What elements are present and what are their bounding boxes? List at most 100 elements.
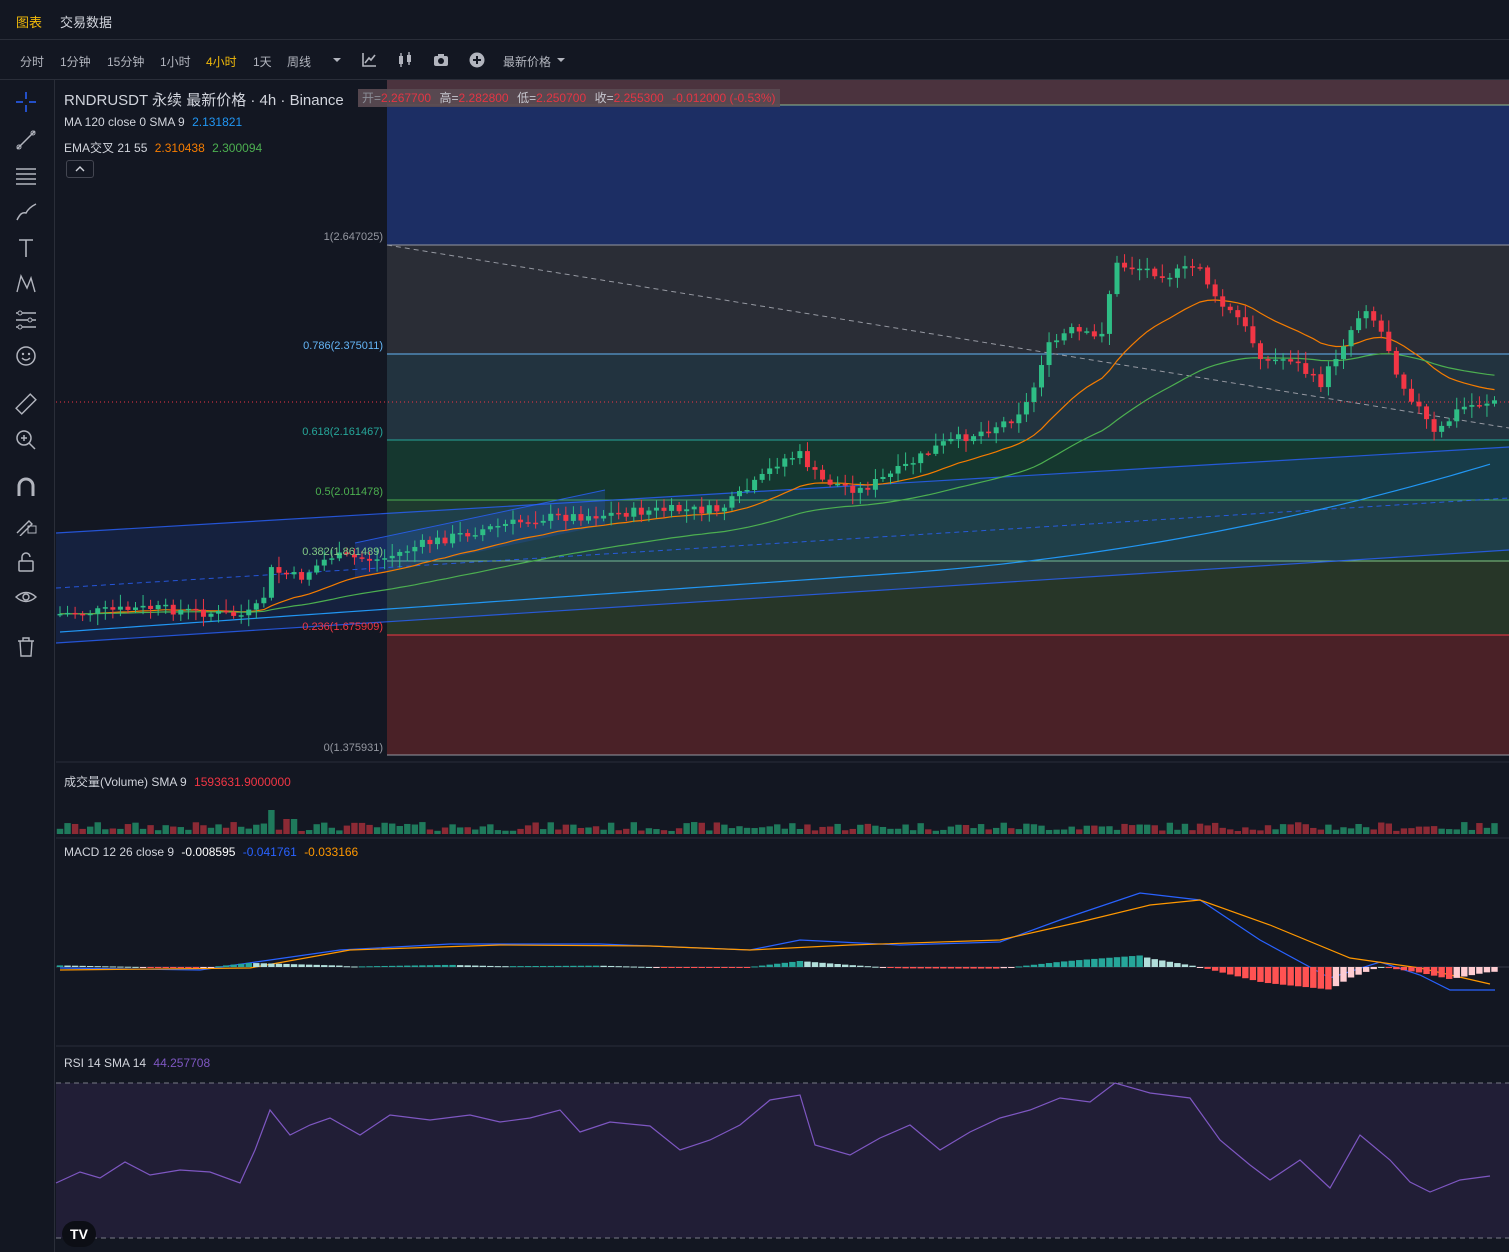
candle — [80, 613, 86, 616]
candle — [1416, 401, 1422, 407]
volume-bar — [358, 822, 366, 834]
macd-histogram-bar — [298, 964, 305, 967]
volume-bar — [1340, 827, 1347, 834]
candle — [1484, 403, 1490, 406]
volume-bar — [925, 829, 932, 834]
volume-bar — [147, 825, 154, 834]
candle — [1174, 268, 1180, 278]
volume-bar — [592, 826, 600, 834]
tradingview-logo[interactable]: TV — [62, 1221, 96, 1247]
macd-histogram-bar — [313, 964, 320, 967]
volume-bar — [268, 810, 275, 834]
collapse-legend-button[interactable] — [66, 160, 94, 178]
candle — [752, 479, 758, 490]
volume-bar — [653, 829, 660, 834]
macd-histogram-bar — [857, 965, 864, 967]
candle — [404, 551, 410, 553]
macd-histogram-bar — [1257, 967, 1264, 982]
volume-bar — [524, 825, 532, 834]
volume-bar — [170, 826, 177, 834]
macd-legend[interactable]: MACD 12 26 close 9 -0.008595 -0.041761 -… — [64, 845, 358, 859]
volume-bar — [449, 824, 456, 834]
candle — [502, 523, 508, 526]
macd-histogram-bar — [1295, 967, 1302, 987]
macd-histogram-bar — [691, 967, 698, 968]
candle — [1454, 409, 1460, 422]
macd-histogram-bar — [426, 965, 434, 967]
volume-bar — [1295, 822, 1302, 834]
volume-bar — [1476, 823, 1483, 834]
macd-histogram-bar — [1136, 955, 1143, 967]
ema-legend-label: EMA交叉 21 55 — [64, 141, 148, 155]
macd-histogram-bar — [366, 966, 373, 968]
volume-bar — [1053, 829, 1060, 834]
macd-histogram-bar — [592, 965, 600, 967]
volume-bar — [1113, 829, 1121, 834]
volume-bar — [909, 830, 917, 834]
candle — [759, 473, 765, 480]
candle — [1371, 311, 1377, 321]
ema-legend[interactable]: EMA交叉 21 55 2.310438 2.300094 — [64, 139, 262, 156]
candle — [1122, 262, 1128, 268]
macd-histogram-bar — [1340, 967, 1347, 982]
candle — [1431, 419, 1437, 432]
volume-bar — [192, 822, 200, 834]
candle — [767, 468, 773, 474]
candle — [291, 572, 297, 575]
candle — [1310, 373, 1316, 376]
rsi-legend[interactable]: RSI 14 SMA 14 44.257708 — [64, 1056, 210, 1070]
candle — [1069, 327, 1075, 334]
candle — [367, 558, 373, 561]
macd-histogram-bar — [154, 967, 162, 968]
volume-bar — [1151, 825, 1158, 834]
candle — [95, 608, 101, 614]
macd-histogram-bar — [441, 964, 449, 967]
volume-bar — [1060, 829, 1068, 834]
volume-bar — [1393, 830, 1400, 834]
volume-bar — [1453, 829, 1460, 834]
candle — [238, 615, 244, 617]
candle — [1167, 277, 1173, 280]
ohlc-close: 2.255300 — [613, 91, 664, 105]
volume-bar — [993, 827, 1000, 834]
macd-histogram-bar — [336, 965, 343, 967]
ma-legend[interactable]: MA 120 close 0 SMA 9 2.131821 — [64, 115, 242, 129]
volume-bar — [962, 825, 970, 834]
candle — [737, 490, 742, 497]
candle — [525, 522, 531, 524]
volume-bar — [879, 826, 887, 834]
macd-histogram-bar — [826, 963, 834, 967]
candle — [623, 512, 629, 517]
macd-histogram-bar — [887, 967, 894, 968]
volume-bar — [1272, 829, 1279, 834]
volume-bar — [1234, 830, 1241, 834]
candle — [261, 597, 267, 604]
candle — [706, 505, 712, 514]
volume-bar — [1385, 823, 1392, 834]
volume-bar — [811, 830, 819, 834]
volume-bar — [517, 828, 524, 834]
candle — [1159, 276, 1165, 278]
volume-bar — [162, 825, 169, 834]
candle — [246, 609, 252, 616]
candle — [1393, 350, 1399, 375]
volume-bar — [207, 827, 215, 834]
macd-histogram-bar — [358, 966, 366, 968]
volume-legend[interactable]: 成交量(Volume) SMA 9 1593631.9000000 — [64, 773, 291, 790]
volume-bar — [404, 823, 411, 834]
candle — [1152, 268, 1158, 277]
macd-histogram-bar — [600, 965, 607, 967]
volume-bar — [804, 824, 811, 834]
fib-zone-0236-0 — [387, 635, 1509, 755]
candle — [148, 605, 154, 610]
volume-bar — [502, 830, 509, 834]
fib-retracement[interactable] — [386, 80, 1509, 756]
volume-bar — [1000, 822, 1007, 834]
volume-bar — [1310, 827, 1317, 834]
macd-histogram-bar — [64, 965, 71, 967]
macd-histogram-bar — [94, 966, 101, 968]
macd-histogram-bar — [1385, 967, 1392, 969]
candle — [955, 434, 961, 439]
candle — [1137, 268, 1143, 271]
macd-histogram-bar — [253, 963, 260, 967]
